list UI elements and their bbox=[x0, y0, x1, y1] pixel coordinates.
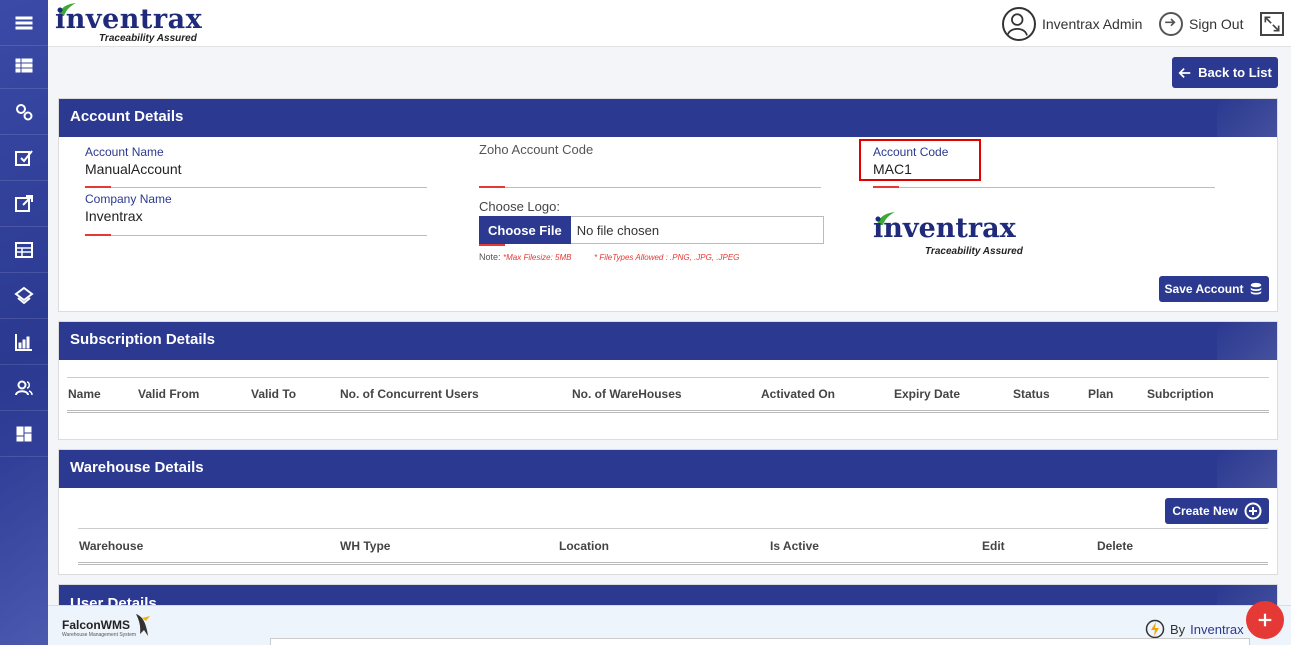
account-details-card: Account Details Account Name ManualAccou… bbox=[58, 98, 1278, 312]
column-header: Valid From bbox=[138, 387, 200, 401]
company-name-field[interactable]: Company Name Inventrax bbox=[85, 192, 427, 236]
column-header: Status bbox=[1013, 387, 1050, 401]
column-header: Edit bbox=[982, 539, 1005, 553]
layers-icon[interactable] bbox=[0, 273, 48, 319]
upload-note: Note: *Max Filesize: 5MB * FileTypes All… bbox=[479, 252, 739, 262]
falcon-bird-icon bbox=[136, 614, 150, 636]
user-name: Inventrax Admin bbox=[1042, 16, 1143, 32]
table-header-border bbox=[67, 410, 1269, 413]
column-header: Plan bbox=[1088, 387, 1114, 401]
inventrax-logo[interactable]: inventrax Traceability Assured bbox=[53, 2, 203, 44]
top-header: inventrax Traceability Assured Inventrax… bbox=[48, 0, 1291, 47]
database-icon bbox=[1251, 282, 1262, 295]
column-header: Valid To bbox=[251, 387, 297, 401]
no-file-label: No file chosen bbox=[576, 222, 660, 238]
save-account-label: Save Account bbox=[1164, 282, 1244, 296]
note-prefix: Note: bbox=[479, 252, 501, 262]
zoho-code-label: Zoho Account Code bbox=[479, 142, 594, 157]
sidebar bbox=[0, 0, 48, 645]
avatar-icon bbox=[1002, 7, 1036, 41]
menu-icon[interactable] bbox=[0, 0, 48, 46]
plus-icon bbox=[1258, 613, 1272, 627]
save-account-button[interactable]: Save Account bbox=[1159, 276, 1269, 302]
column-header: Activated On bbox=[761, 387, 836, 401]
column-header: Name bbox=[68, 387, 101, 401]
table-top-border bbox=[67, 377, 1269, 378]
brand-link[interactable]: Inventrax bbox=[1190, 622, 1243, 637]
choose-logo-label: Choose Logo: bbox=[479, 199, 560, 214]
table-top-border bbox=[78, 528, 1268, 529]
field-underline bbox=[85, 187, 427, 188]
field-underline bbox=[85, 235, 427, 236]
user-menu[interactable]: Inventrax Admin bbox=[1002, 7, 1142, 41]
subscription-details-title: Subscription Details bbox=[59, 322, 1277, 360]
account-name-label: Account Name bbox=[85, 145, 164, 159]
create-new-label: Create New bbox=[1172, 504, 1238, 518]
field-accent bbox=[873, 186, 899, 188]
logo-file-input[interactable]: Choose File No file chosen bbox=[479, 216, 824, 244]
checkbox-edit-icon[interactable] bbox=[0, 135, 48, 181]
highlight-box bbox=[859, 139, 981, 181]
signout-button[interactable]: Sign Out bbox=[1159, 12, 1243, 36]
warehouse-details-title: Warehouse Details bbox=[59, 450, 1277, 488]
by-label: By bbox=[1170, 621, 1186, 637]
add-fab-button[interactable] bbox=[1246, 601, 1284, 639]
field-underline bbox=[479, 187, 821, 188]
falconwms-label: FalconWMS bbox=[62, 618, 130, 632]
column-header: Location bbox=[559, 539, 609, 553]
table-icon[interactable] bbox=[0, 227, 48, 273]
table-header-border bbox=[78, 562, 1268, 565]
external-link-icon[interactable] bbox=[0, 181, 48, 227]
logo-tagline: Traceability Assured bbox=[99, 33, 197, 44]
plus-circle-icon bbox=[1244, 502, 1262, 520]
logo-preview: inventrax Traceability Assured bbox=[873, 211, 1033, 261]
dashboard-icon[interactable] bbox=[0, 411, 48, 457]
back-to-list-button[interactable]: Back to List bbox=[1172, 57, 1278, 88]
logo-wordmark: inventrax bbox=[55, 4, 203, 35]
company-name-label: Company Name bbox=[85, 192, 172, 206]
account-name-field[interactable]: Account Name ManualAccount bbox=[85, 145, 427, 188]
column-header: Is Active bbox=[770, 539, 819, 553]
account-name-value: ManualAccount bbox=[85, 161, 182, 177]
list-icon[interactable] bbox=[0, 43, 48, 89]
preview-logo-wordmark: inventrax bbox=[873, 213, 1016, 244]
subscription-details-card: Subscription Details Name Valid From Val… bbox=[58, 321, 1278, 440]
column-header: No. of Concurrent Users bbox=[340, 387, 479, 401]
powered-by[interactable]: By Inventrax bbox=[1145, 619, 1244, 639]
field-underline bbox=[873, 187, 1215, 188]
field-accent bbox=[85, 186, 111, 188]
lightning-icon bbox=[1145, 619, 1165, 639]
bottom-panel bbox=[270, 638, 1250, 645]
create-new-button[interactable]: Create New bbox=[1165, 498, 1269, 524]
column-header: Expiry Date bbox=[894, 387, 961, 401]
company-name-value: Inventrax bbox=[85, 208, 143, 224]
preview-logo-tagline: Traceability Assured bbox=[925, 246, 1023, 257]
signout-icon bbox=[1159, 12, 1183, 36]
note-file-types: * FileTypes Allowed : .PNG, .JPG, .JPEG bbox=[594, 253, 740, 262]
field-accent bbox=[85, 234, 111, 236]
column-header: Warehouse bbox=[79, 539, 144, 553]
column-header: No. of WareHouses bbox=[572, 387, 682, 401]
field-accent bbox=[479, 186, 505, 188]
zoho-code-field[interactable]: Zoho Account Code bbox=[479, 142, 821, 188]
column-header: Subcription bbox=[1147, 387, 1214, 401]
note-max-size: *Max Filesize: 5MB bbox=[503, 253, 572, 262]
chart-icon[interactable] bbox=[0, 319, 48, 365]
users-icon[interactable] bbox=[0, 365, 48, 411]
column-header: WH Type bbox=[340, 539, 391, 553]
back-to-list-label: Back to List bbox=[1198, 65, 1272, 80]
field-accent bbox=[479, 244, 505, 246]
arrow-left-icon bbox=[1178, 67, 1191, 78]
choose-file-button[interactable]: Choose File bbox=[479, 216, 571, 244]
column-header: Delete bbox=[1097, 539, 1134, 553]
signout-label: Sign Out bbox=[1189, 16, 1244, 32]
expand-icon[interactable] bbox=[1260, 12, 1284, 36]
settings-icon[interactable] bbox=[0, 89, 48, 135]
account-details-title: Account Details bbox=[59, 99, 1277, 137]
falconwms-subtitle: Warehouse Management System bbox=[62, 632, 137, 638]
warehouse-details-card: Warehouse Details Create New Warehouse W… bbox=[58, 449, 1278, 575]
falconwms-logo: FalconWMS Warehouse Management System bbox=[62, 618, 136, 638]
